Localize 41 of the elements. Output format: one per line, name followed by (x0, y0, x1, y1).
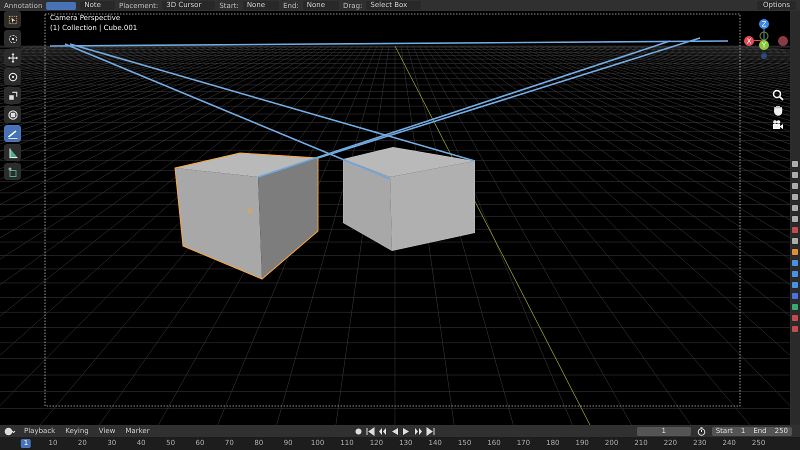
step-back-icon[interactable] (378, 426, 387, 436)
move-tool-button[interactable] (4, 49, 21, 66)
stopwatch-icon[interactable] (696, 426, 706, 436)
hand-icon[interactable] (772, 104, 784, 116)
properties-tab-icon[interactable] (792, 205, 798, 211)
transform-tool-icon (6, 108, 18, 120)
properties-tab-icon[interactable] (792, 194, 798, 200)
properties-tab-icon[interactable] (792, 304, 798, 310)
measure-tool-button[interactable] (4, 144, 21, 161)
properties-tab-icon[interactable] (792, 183, 798, 189)
annotate-tool-button[interactable] (4, 125, 21, 142)
properties-tab-icon[interactable] (792, 161, 798, 167)
properties-tab-icon[interactable] (792, 172, 798, 178)
select-tool-button[interactable] (4, 11, 21, 28)
record-icon[interactable] (354, 426, 363, 436)
move-tool-icon (6, 52, 18, 64)
properties-tab-icon[interactable] (792, 271, 798, 277)
rotate-tool-icon (6, 70, 18, 82)
editor-type-icon[interactable] (4, 426, 16, 436)
transform-tool-button[interactable] (4, 106, 21, 123)
step-forward-icon[interactable] (414, 426, 423, 436)
jump-start-icon[interactable] (366, 426, 375, 436)
jump-end-icon[interactable] (426, 426, 435, 436)
scale-tool-icon (6, 90, 18, 102)
select-tool-icon (6, 14, 18, 26)
add-tool-button[interactable] (4, 163, 21, 180)
zoom-icon[interactable] (772, 89, 784, 101)
add-tool-icon (6, 166, 18, 178)
cursor-tool-icon (6, 32, 18, 44)
properties-tab-icon[interactable] (792, 238, 798, 244)
annotate-tool-icon (6, 128, 18, 140)
cursor-tool-button[interactable] (4, 30, 21, 47)
scale-tool-button[interactable] (4, 87, 21, 104)
color-swatch[interactable] (46, 2, 76, 10)
properties-tab-icon[interactable] (792, 249, 798, 255)
properties-tab-icon[interactable] (792, 216, 798, 222)
camera-icon[interactable] (772, 119, 784, 131)
measure-tool-icon (6, 146, 18, 158)
properties-tab-icon[interactable] (792, 260, 798, 266)
rotate-tool-button[interactable] (4, 68, 21, 85)
properties-tab-icon[interactable] (792, 282, 798, 288)
